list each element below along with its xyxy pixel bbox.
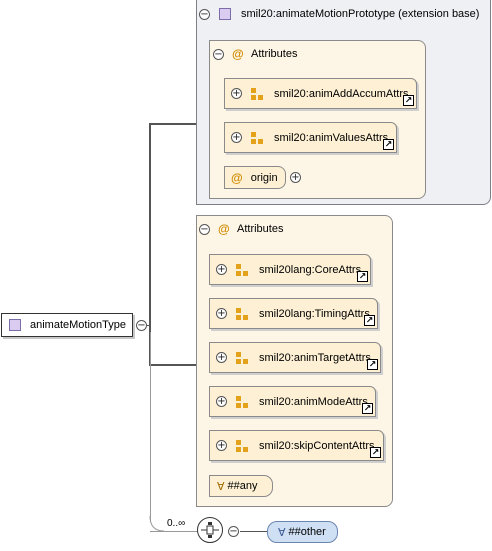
attribute-group-icon	[251, 87, 263, 100]
attribute-group-icon	[236, 263, 248, 276]
collapse-attributes-icon[interactable]: −	[199, 224, 210, 235]
expand-icon[interactable]: +	[216, 440, 227, 451]
attribute-group-icon	[236, 307, 248, 320]
connector-to-any-element	[240, 531, 267, 532]
extension-base-label: smil20:animateMotionPrototype (extension…	[241, 8, 480, 20]
any-attribute-icon: ∀	[217, 480, 225, 493]
attribute-group-icon	[236, 395, 248, 408]
root-element-box[interactable]: animateMotionType	[1, 313, 133, 337]
link-arrow-icon[interactable]: ↗	[367, 359, 378, 370]
attribute-group-label: smil20lang:CoreAttrs	[259, 263, 362, 276]
attribute-group-icon	[236, 351, 248, 364]
sequence-icon	[201, 522, 219, 538]
expand-icon[interactable]: +	[231, 132, 242, 143]
link-arrow-icon[interactable]: ↗	[362, 403, 373, 414]
any-element-icon: ∀	[278, 526, 286, 539]
link-arrow-icon[interactable]: ↗	[370, 447, 381, 458]
attribute-group-label: smil20:animModeAttrs	[259, 395, 368, 408]
link-arrow-icon[interactable]: ↗	[383, 139, 394, 150]
expand-origin-icon[interactable]: +	[290, 172, 301, 183]
connector-to-attributes	[151, 364, 197, 366]
expand-icon[interactable]: +	[216, 308, 227, 319]
expand-icon[interactable]: +	[216, 352, 227, 363]
cardinality-label: 0..∞	[167, 518, 186, 529]
root-element-label: animateMotionType	[30, 319, 126, 331]
sequence-compositor[interactable]	[197, 517, 223, 543]
extension-attributes-label: Attributes	[251, 48, 298, 60]
attribute-group-icon	[236, 439, 248, 452]
collapse-extension-attributes-icon[interactable]: −	[213, 49, 224, 60]
attributes-at-icon: @	[232, 47, 244, 61]
link-arrow-icon[interactable]: ↗	[364, 315, 375, 326]
attribute-at-icon: @	[231, 170, 243, 185]
attribute-group-ref[interactable]: + smil20:skipContentAttrs ↗	[209, 430, 384, 461]
collapse-sequence-icon[interactable]: −	[228, 526, 239, 537]
expand-icon[interactable]: +	[216, 264, 227, 275]
attribute-group-ref[interactable]: + smil20lang:CoreAttrs ↗	[209, 254, 371, 285]
bracket-vertical-line	[149, 123, 151, 366]
attribute-group-ref[interactable]: + smil20:animValuesAttrs ↗	[224, 122, 397, 153]
attribute-group-label: smil20:animAddAccumAttrs	[274, 87, 409, 100]
collapse-root-icon[interactable]: −	[136, 320, 147, 331]
attributes-label: Attributes	[237, 223, 284, 235]
attributes-at-icon: @	[218, 222, 230, 236]
any-element-other[interactable]: ∀ ##other	[267, 521, 338, 543]
collapse-extension-icon[interactable]: −	[199, 9, 210, 20]
attribute-origin[interactable]: @ origin	[224, 166, 286, 189]
attribute-group-label: smil20:animTargetAttrs	[259, 351, 371, 364]
attribute-group-ref[interactable]: + smil20lang:TimingAttrs ↗	[209, 298, 378, 329]
attribute-group-ref[interactable]: + smil20:animAddAccumAttrs ↗	[224, 78, 417, 109]
attribute-group-ref[interactable]: + smil20:animTargetAttrs ↗	[209, 342, 381, 373]
attribute-group-label: smil20:animValuesAttrs	[274, 131, 389, 144]
connector-to-sequence	[150, 332, 151, 522]
expand-icon[interactable]: +	[216, 396, 227, 407]
any-attribute[interactable]: ∀ ##any	[209, 475, 273, 497]
expand-icon[interactable]: +	[231, 88, 242, 99]
extension-element-icon	[219, 8, 231, 20]
attribute-group-ref[interactable]: + smil20:animModeAttrs ↗	[209, 386, 376, 417]
any-attribute-label: ##any	[227, 480, 258, 492]
any-element-label: ##other	[288, 526, 326, 538]
attribute-group-label: smil20lang:TimingAttrs	[259, 307, 370, 320]
element-icon	[9, 319, 21, 331]
attribute-origin-label: origin	[250, 171, 278, 184]
attribute-group-label: smil20:skipContentAttrs	[259, 439, 375, 452]
connector-curve	[149, 516, 165, 532]
attribute-group-icon	[251, 131, 263, 144]
link-arrow-icon[interactable]: ↗	[357, 271, 368, 282]
link-arrow-icon[interactable]: ↗	[403, 95, 414, 106]
